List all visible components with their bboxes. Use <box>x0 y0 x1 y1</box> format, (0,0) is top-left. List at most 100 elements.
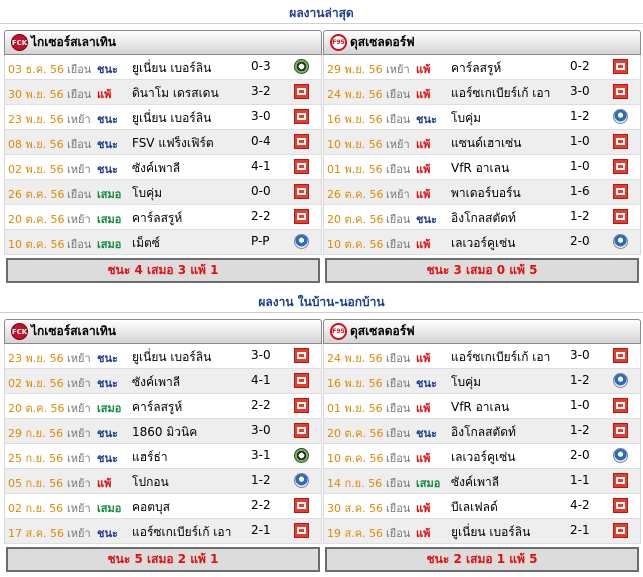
match-score[interactable]: 0-2 <box>570 59 590 73</box>
opponent-name[interactable]: FSV แฟร็งเฟิร์ต <box>132 134 214 153</box>
match-score[interactable]: 3-0 <box>251 423 271 437</box>
opponent-name[interactable]: ยูเนี่ยน เบอร์ลิน <box>451 523 530 542</box>
opponent-name[interactable]: VfR อาเลน <box>451 159 509 178</box>
opponent-name[interactable]: คาร์ลสรูห์ <box>132 209 182 228</box>
match-score[interactable]: 1-1 <box>570 473 590 487</box>
match-row[interactable]: 14 ก.ย. 56 เยือน เสมอ ซังค์เพาลี 1-1 <box>323 469 641 494</box>
match-row[interactable]: 10 ต.ค. 56 เยือน เสมอ เม็ตซ์ P-P <box>4 230 322 255</box>
opponent-name[interactable]: ดินาโม เดรสเดน <box>132 84 219 103</box>
opponent-name[interactable]: คอตบุส <box>132 498 170 517</box>
opponent-name[interactable]: อิงโกลสตัดท์ <box>451 209 516 228</box>
match-row[interactable]: 20 ต.ค. 56 เยือน ชนะ อิงโกลสตัดท์ 1-2 <box>323 205 641 230</box>
match-score[interactable]: 1-2 <box>570 109 590 123</box>
match-score[interactable]: 1-2 <box>251 473 271 487</box>
match-score[interactable]: 2-1 <box>570 523 590 537</box>
opponent-name[interactable]: โปกอน <box>132 473 169 492</box>
match-score[interactable]: 2-2 <box>251 209 271 223</box>
match-row[interactable]: 02 พ.ย. 56 เหย้า ชนะ ซังค์เพาลี 4-1 <box>4 369 322 394</box>
match-row[interactable]: 30 ส.ค. 56 เยือน แพ้ บีเลเฟลด์ 4-2 <box>323 494 641 519</box>
match-score[interactable]: 4-1 <box>251 159 271 173</box>
opponent-name[interactable]: โบคุ่ม <box>132 184 162 203</box>
match-row[interactable]: 02 ก.ย. 56 เหย้า เสมอ คอตบุส 2-2 <box>4 494 322 519</box>
opponent-name[interactable]: ซังค์เพาลี <box>132 373 180 392</box>
match-row[interactable]: 24 พ.ย. 56 เยือน แพ้ แอร์ซเกเบียร์เก้ เอา 3-… <box>323 344 641 369</box>
match-score[interactable]: 1-0 <box>570 134 590 148</box>
match-score[interactable]: 2-0 <box>570 234 590 248</box>
match-row[interactable]: 25 ก.ย. 56 เหย้า ชนะ แฮร์ธ่า 3-1 <box>4 444 322 469</box>
match-row[interactable]: 24 พ.ย. 56 เยือน แพ้ แอร์ซเกเบียร์เก้ เอา 3-… <box>323 80 641 105</box>
opponent-name[interactable]: คาร์ลสรูห์ <box>451 59 501 78</box>
match-score[interactable]: 3-2 <box>251 84 271 98</box>
match-score[interactable]: 1-2 <box>570 209 590 223</box>
match-score[interactable]: 1-0 <box>570 398 590 412</box>
opponent-name[interactable]: แฮร์ธ่า <box>132 448 168 467</box>
match-score[interactable]: 3-1 <box>251 448 271 462</box>
team-header[interactable]: FCK ไกเซอร์สเลาเทิน <box>4 30 322 55</box>
match-row[interactable]: 30 พ.ย. 56 เยือน แพ้ ดินาโม เดรสเดน 3-2 <box>4 80 322 105</box>
match-score[interactable]: 1-6 <box>570 184 590 198</box>
opponent-name[interactable]: โบคุ่ม <box>451 109 481 128</box>
opponent-name[interactable]: แอร์ซเกเบียร์เก้ เอา <box>451 84 550 103</box>
match-row[interactable]: 10 ต.ค. 56 เยือน แพ้ เลเวอร์คูเซ่น 2-0 <box>323 444 641 469</box>
match-row[interactable]: 23 พ.ย. 56 เหย้า ชนะ ยูเนี่ยน เบอร์ลิน 3-0 <box>4 344 322 369</box>
match-score[interactable]: 1-2 <box>570 373 590 387</box>
match-score[interactable]: 1-0 <box>570 159 590 173</box>
match-row[interactable]: 19 ส.ค. 56 เยือน แพ้ ยูเนี่ยน เบอร์ลิน 2-1 <box>323 519 641 544</box>
match-score[interactable]: 0-3 <box>251 59 271 73</box>
match-row[interactable]: 17 ส.ค. 56 เหย้า ชนะ แอร์ซเกเบียร์เก้ เอา 2-… <box>4 519 322 544</box>
opponent-name[interactable]: แซนด์เฮาเซ่น <box>451 134 522 153</box>
opponent-name[interactable]: VfR อาเลน <box>451 398 509 417</box>
opponent-name[interactable]: เลเวอร์คูเซ่น <box>451 234 515 253</box>
opponent-name[interactable]: 1860 มิวนิค <box>132 423 197 442</box>
opponent-name[interactable]: เลเวอร์คูเซ่น <box>451 448 515 467</box>
team-header[interactable]: F95 ดุสเซลดอร์ฟ <box>323 319 641 344</box>
match-row[interactable]: 20 ต.ค. 56 เหย้า เสมอ คาร์ลสรูห์ 2-2 <box>4 205 322 230</box>
match-score[interactable]: 3-0 <box>251 348 271 362</box>
opponent-name[interactable]: เม็ตซ์ <box>132 234 160 253</box>
match-score[interactable]: 2-2 <box>251 398 271 412</box>
match-score[interactable]: 3-0 <box>570 348 590 362</box>
match-row[interactable]: 01 พ.ย. 56 เยือน แพ้ VfR อาเลน 1-0 <box>323 394 641 419</box>
match-row[interactable]: 03 ธ.ค. 56 เยือน ชนะ ยูเนี่ยน เบอร์ลิน 0-3 <box>4 55 322 80</box>
match-score[interactable]: 0-4 <box>251 134 271 148</box>
match-row[interactable]: 01 พ.ย. 56 เยือน แพ้ VfR อาเลน 1-0 <box>323 155 641 180</box>
match-row[interactable]: 05 ก.ย. 56 เหย้า แพ้ โปกอน 1-2 <box>4 469 322 494</box>
match-score[interactable]: 2-0 <box>570 448 590 462</box>
match-score[interactable]: 3-0 <box>251 109 271 123</box>
match-row[interactable]: 23 พ.ย. 56 เหย้า ชนะ ยูเนี่ยน เบอร์ลิน 3-0 <box>4 105 322 130</box>
match-score[interactable]: 4-2 <box>570 498 590 512</box>
opponent-name[interactable]: แอร์ซเกเบียร์เก้ เอา <box>132 523 231 542</box>
opponent-name[interactable]: อิงโกลสตัดท์ <box>451 423 516 442</box>
match-row[interactable]: 26 ต.ค. 56 เหย้า แพ้ พาเดอร์บอร์น 1-6 <box>323 180 641 205</box>
match-row[interactable]: 20 ต.ค. 56 เหย้า เสมอ คาร์ลสรูห์ 2-2 <box>4 394 322 419</box>
match-row[interactable]: 16 พ.ย. 56 เยือน ชนะ โบคุ่ม 1-2 <box>323 369 641 394</box>
opponent-name[interactable]: พาเดอร์บอร์น <box>451 184 521 203</box>
team-header[interactable]: FCK ไกเซอร์สเลาเทิน <box>4 319 322 344</box>
match-row[interactable]: 29 ก.ย. 56 เหย้า ชนะ 1860 มิวนิค 3-0 <box>4 419 322 444</box>
opponent-name[interactable]: ยูเนี่ยน เบอร์ลิน <box>132 348 211 367</box>
match-score[interactable]: 3-0 <box>570 84 590 98</box>
opponent-name[interactable]: ซังค์เพาลี <box>451 473 499 492</box>
match-row[interactable]: 10 พ.ย. 56 เหย้า แพ้ แซนด์เฮาเซ่น 1-0 <box>323 130 641 155</box>
match-score[interactable]: 2-2 <box>251 498 271 512</box>
match-row[interactable]: 26 ต.ค. 56 เยือน เสมอ โบคุ่ม 0-0 <box>4 180 322 205</box>
match-row[interactable]: 29 พ.ย. 56 เหย้า แพ้ คาร์ลสรูห์ 0-2 <box>323 55 641 80</box>
match-score[interactable]: 1-2 <box>570 423 590 437</box>
opponent-name[interactable]: โบคุ่ม <box>451 373 481 392</box>
match-score[interactable]: 0-0 <box>251 184 271 198</box>
match-score[interactable]: 2-1 <box>251 523 271 537</box>
team-header[interactable]: F95 ดุสเซลดอร์ฟ <box>323 30 641 55</box>
match-score[interactable]: 4-1 <box>251 373 271 387</box>
opponent-name[interactable]: แอร์ซเกเบียร์เก้ เอา <box>451 348 550 367</box>
opponent-name[interactable]: ซังค์เพาลี <box>132 159 180 178</box>
opponent-name[interactable]: ยูเนี่ยน เบอร์ลิน <box>132 109 211 128</box>
match-row[interactable]: 20 ต.ค. 56 เยือน ชนะ อิงโกลสตัดท์ 1-2 <box>323 419 641 444</box>
match-row[interactable]: 10 ต.ค. 56 เยือน แพ้ เลเวอร์คูเซ่น 2-0 <box>323 230 641 255</box>
match-score[interactable]: P-P <box>251 234 270 248</box>
match-row[interactable]: 02 พ.ย. 56 เหย้า ชนะ ซังค์เพาลี 4-1 <box>4 155 322 180</box>
match-row[interactable]: 16 พ.ย. 56 เยือน ชนะ โบคุ่ม 1-2 <box>323 105 641 130</box>
opponent-name[interactable]: คาร์ลสรูห์ <box>132 398 182 417</box>
match-row[interactable]: 08 พ.ย. 56 เยือน ชนะ FSV แฟร็งเฟิร์ต 0-4 <box>4 130 322 155</box>
opponent-name[interactable]: บีเลเฟลด์ <box>451 498 498 517</box>
opponent-name[interactable]: ยูเนี่ยน เบอร์ลิน <box>132 59 211 78</box>
